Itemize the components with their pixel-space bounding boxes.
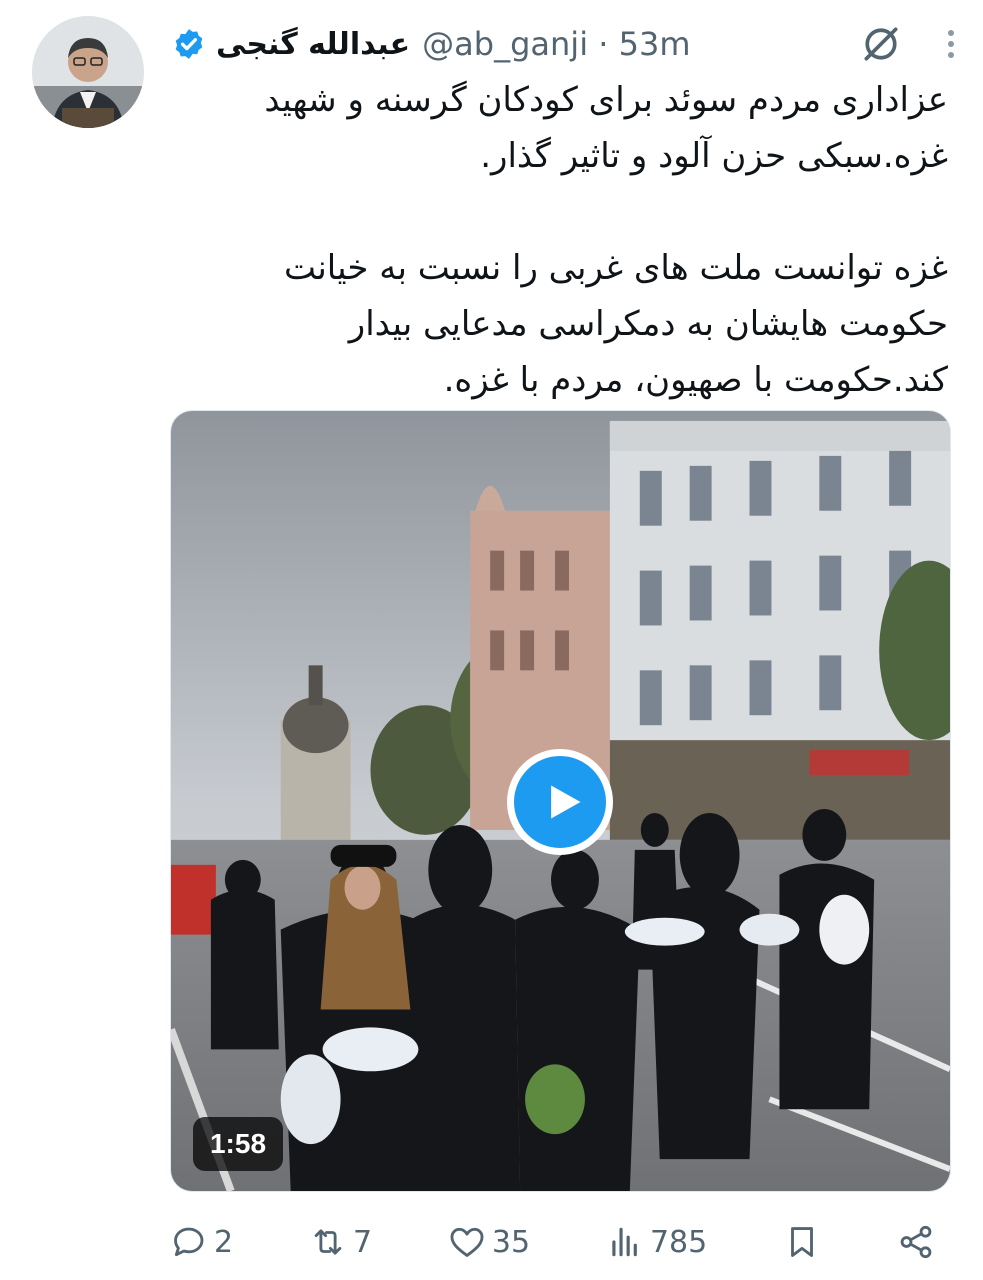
reply-count: 2 (214, 1224, 234, 1260)
avatar[interactable] (32, 16, 144, 128)
tweet-line: غزه توانست ملت های غربی را نسبت به خیانت (283, 248, 948, 288)
bookmark-icon (791, 1227, 814, 1257)
tweet-line: غزه.سبکی حزن آلود و تاثیر گذار. (480, 136, 948, 176)
tweet-line: عزاداری مردم سوئد برای کودکان گرسنه و شه… (264, 80, 948, 120)
tweet-action-bar: 2 7 35 785 (170, 1212, 935, 1272)
more-icon[interactable] (943, 24, 959, 64)
video-player[interactable]: 1:58 (170, 410, 951, 1192)
avatar-image (32, 16, 144, 128)
views-button[interactable]: 785 (606, 1223, 707, 1261)
views-count: 785 (649, 1224, 708, 1260)
author-handle-time[interactable]: @ab_ganji · 53m (422, 25, 690, 63)
tweet-header: عبدالله گنجی @ab_ganji · 53m (172, 18, 959, 70)
like-count: 35 (491, 1224, 531, 1260)
share-button[interactable] (897, 1223, 935, 1261)
views-icon (612, 1227, 637, 1257)
repost-icon (314, 1229, 342, 1255)
like-button[interactable]: 35 (448, 1223, 530, 1261)
reply-button[interactable]: 2 (170, 1223, 233, 1261)
play-button[interactable] (507, 749, 613, 855)
like-icon (450, 1227, 484, 1257)
verified-badge-icon (175, 29, 203, 59)
author-display-name[interactable]: عبدالله گنجی (216, 27, 410, 62)
tweet-line: حکومت هایشان به دمکراسی مدعایی بیدار (348, 304, 948, 344)
video-duration: 1:58 (193, 1117, 283, 1171)
repost-count: 7 (352, 1224, 373, 1260)
tweet-line: کند.حکومت با صهیون، مردم با غزه. (443, 360, 948, 400)
tweet-text: عزاداری مردم سوئد برای کودکان گرسنه و شه… (172, 72, 948, 408)
grok-icon[interactable] (859, 22, 903, 66)
reply-icon (174, 1227, 204, 1257)
repost-button[interactable]: 7 (309, 1223, 372, 1261)
share-icon (900, 1225, 932, 1259)
bookmark-button[interactable] (783, 1223, 821, 1261)
play-icon (551, 785, 581, 819)
